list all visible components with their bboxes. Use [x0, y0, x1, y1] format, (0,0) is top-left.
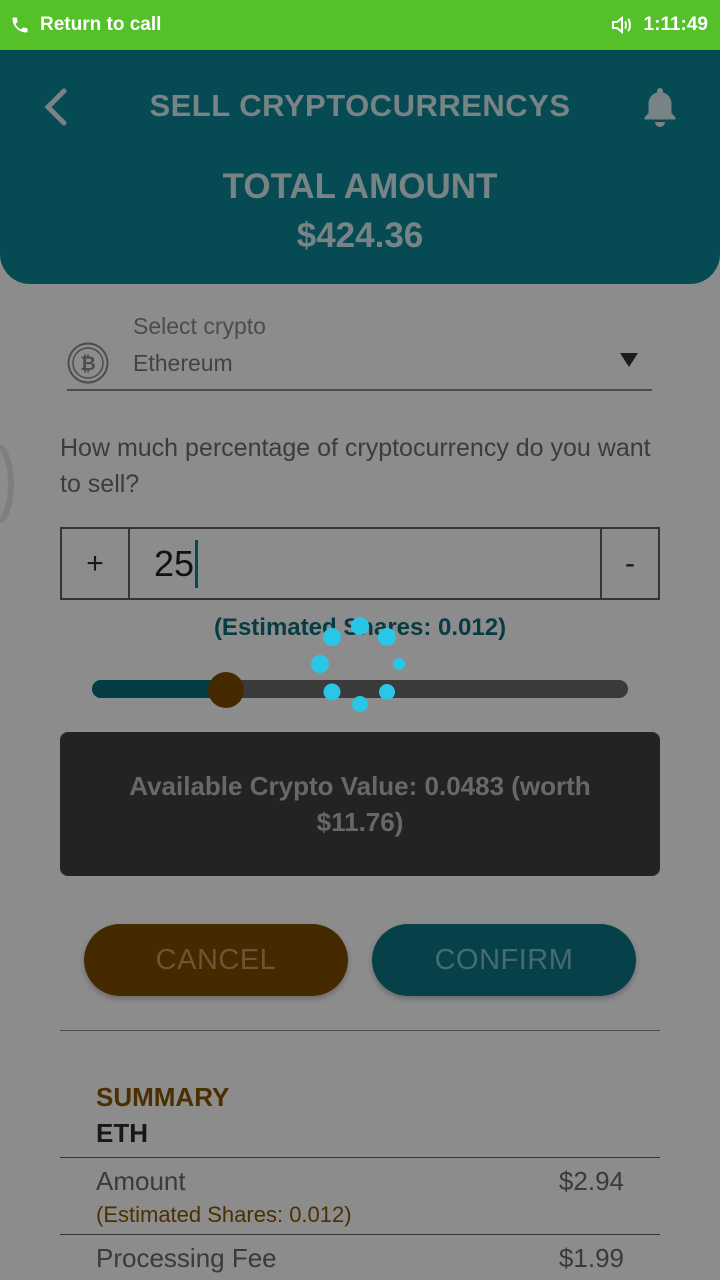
loading-spinner-icon	[311, 617, 405, 712]
status-bar: Return to call 1:11:49	[0, 0, 720, 50]
speaker-icon	[611, 15, 631, 35]
phone-icon[interactable]	[10, 15, 30, 35]
status-right: 1:11:49	[610, 14, 708, 36]
return-to-call-link[interactable]: Return to call	[40, 14, 161, 36]
status-time: 1:11:49	[643, 14, 708, 35]
